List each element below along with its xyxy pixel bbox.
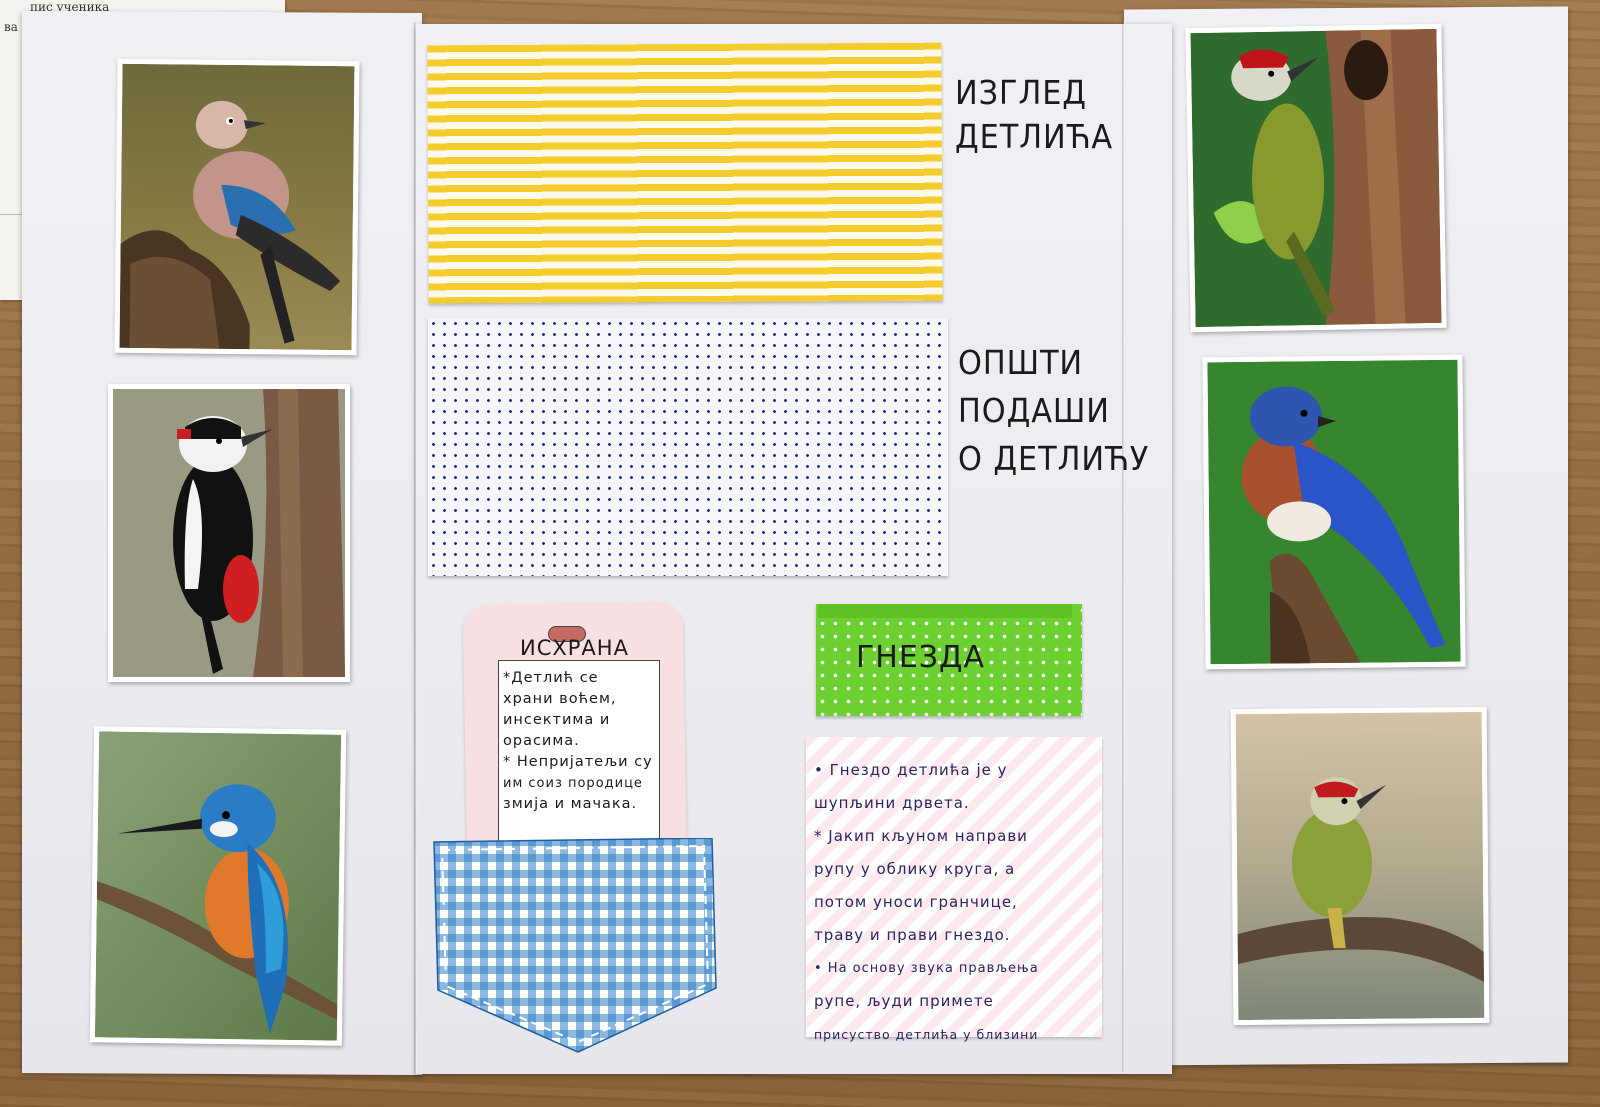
appearance-flap-yellow[interactable] — [427, 42, 943, 304]
nest-line: потом уноси гранчице, — [814, 893, 1018, 911]
food-card-title: ИСХРАНА — [520, 636, 629, 660]
nest-line: • Гнездо детлића је у — [814, 761, 1008, 779]
gingham-pocket — [432, 837, 718, 1054]
nest-line: присуство детлића у близини — [814, 1027, 1039, 1042]
right-fold-crease — [1122, 22, 1125, 1072]
food-line: змија и мачака. — [503, 796, 638, 812]
great-spotted-woodpecker-photo — [108, 384, 350, 682]
general-info-label-line-3: О ДЕТЛИЋУ — [958, 439, 1150, 478]
nests-flap-title: ГНЕЗДА — [856, 640, 986, 675]
general-info-label-line-1: ОПШТИ — [958, 343, 1084, 382]
food-line: храни воћем, — [503, 691, 617, 707]
nest-line: рупу у облику круга, а — [814, 860, 1016, 878]
green-woodpecker-at-nest-hole-photo — [1185, 23, 1447, 333]
nest-line: рупе, људи примете — [814, 992, 994, 1010]
nest-note-text: • Гнездо детлића је у шупљини дрвета. * … — [814, 754, 1102, 1051]
green-woodpecker-on-branch-photo — [1230, 706, 1490, 1026]
food-card-text: *Детлић се храни воћем, инсектима и орас… — [503, 668, 657, 815]
nest-line: шупљини дрвета. — [814, 794, 970, 812]
eastern-bluebird-photo — [1202, 354, 1466, 670]
jay-bird-photo — [114, 58, 360, 356]
general-info-flap-dotted[interactable] — [428, 318, 948, 576]
food-line: * Непријатељи су — [503, 754, 653, 770]
nests-flap-fold — [818, 604, 1072, 618]
food-line: *Детлић се — [503, 670, 599, 686]
left-fold-crease — [414, 22, 417, 1074]
nest-line: • На основу звука прављења — [814, 961, 1039, 976]
appearance-label-line-2: ДЕТЛИЋА — [955, 117, 1114, 156]
food-line: орасима. — [503, 733, 580, 749]
kingfisher-photo — [89, 726, 347, 1046]
nest-line: * Јакип кљуном направи — [814, 827, 1028, 845]
food-line: им соиз породице — [503, 776, 643, 791]
food-line: инсектима и — [503, 712, 611, 728]
nest-line: траву и прави гнездо. — [814, 926, 1011, 944]
general-info-label-line-2: ПОДАШИ — [958, 391, 1110, 430]
